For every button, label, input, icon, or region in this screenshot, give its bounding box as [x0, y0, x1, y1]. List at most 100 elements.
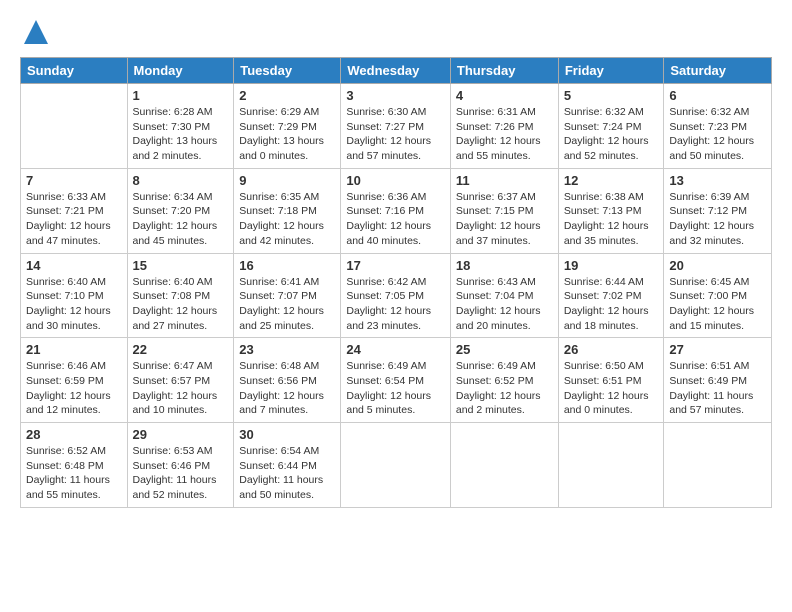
week-row-1: 7 Sunrise: 6:33 AMSunset: 7:21 PMDaylight… — [21, 168, 772, 253]
calendar-cell: 4 Sunrise: 6:31 AMSunset: 7:26 PMDaylight… — [450, 84, 558, 169]
day-info: Sunrise: 6:35 AMSunset: 7:18 PMDaylight:… — [239, 190, 335, 249]
day-info: Sunrise: 6:36 AMSunset: 7:16 PMDaylight:… — [346, 190, 445, 249]
calendar-cell: 23 Sunrise: 6:48 AMSunset: 6:56 PMDayligh… — [234, 338, 341, 423]
day-info: Sunrise: 6:33 AMSunset: 7:21 PMDaylight:… — [26, 190, 122, 249]
day-number: 26 — [564, 342, 659, 357]
day-number: 8 — [133, 173, 229, 188]
logo-icon — [22, 18, 50, 51]
calendar-cell: 29Sunrise: 6:53 AMSunset: 6:46 PMDayligh… — [127, 423, 234, 508]
calendar-cell: 26 Sunrise: 6:50 AMSunset: 6:51 PMDayligh… — [558, 338, 664, 423]
weekday-header-monday: Monday — [127, 58, 234, 84]
day-number: 28 — [26, 427, 122, 442]
week-row-0: 1 Sunrise: 6:28 AMSunset: 7:30 PMDaylight… — [21, 84, 772, 169]
day-number: 7 — [26, 173, 122, 188]
day-info: Sunrise: 6:47 AMSunset: 6:57 PMDaylight:… — [133, 359, 229, 418]
day-info: Sunrise: 6:32 AMSunset: 7:23 PMDaylight:… — [669, 105, 766, 164]
calendar-cell: 28 Sunrise: 6:52 AMSunset: 6:48 PMDayligh… — [21, 423, 128, 508]
day-number: 16 — [239, 258, 335, 273]
day-info: Sunrise: 6:51 AMSunset: 6:49 PMDaylight:… — [669, 359, 766, 418]
day-info: Sunrise: 6:34 AMSunset: 7:20 PMDaylight:… — [133, 190, 229, 249]
calendar-cell: 12 Sunrise: 6:38 AMSunset: 7:13 PMDayligh… — [558, 168, 664, 253]
day-info: Sunrise: 6:37 AMSunset: 7:15 PMDaylight:… — [456, 190, 553, 249]
calendar-cell — [450, 423, 558, 508]
day-number: 17 — [346, 258, 445, 273]
calendar-cell: 10 Sunrise: 6:36 AMSunset: 7:16 PMDayligh… — [341, 168, 451, 253]
weekday-header-wednesday: Wednesday — [341, 58, 451, 84]
logo — [20, 16, 50, 51]
day-number: 18 — [456, 258, 553, 273]
day-number: 19 — [564, 258, 659, 273]
calendar-cell: 30 Sunrise: 6:54 AMSunset: 6:44 PMDayligh… — [234, 423, 341, 508]
calendar-cell: 25 Sunrise: 6:49 AMSunset: 6:52 PMDayligh… — [450, 338, 558, 423]
calendar-cell: 14 Sunrise: 6:40 AMSunset: 7:10 PMDayligh… — [21, 253, 128, 338]
calendar-cell: 5 Sunrise: 6:32 AMSunset: 7:24 PMDaylight… — [558, 84, 664, 169]
day-number: 1 — [133, 88, 229, 103]
logo-content — [20, 20, 50, 51]
day-number: 10 — [346, 173, 445, 188]
calendar-cell — [21, 84, 128, 169]
day-number: 20 — [669, 258, 766, 273]
day-number: 3 — [346, 88, 445, 103]
calendar-cell: 2 Sunrise: 6:29 AMSunset: 7:29 PMDaylight… — [234, 84, 341, 169]
calendar-cell — [558, 423, 664, 508]
day-number: 27 — [669, 342, 766, 357]
day-number: 24 — [346, 342, 445, 357]
calendar-cell: 1 Sunrise: 6:28 AMSunset: 7:30 PMDaylight… — [127, 84, 234, 169]
calendar-cell — [341, 423, 451, 508]
day-number: 15 — [133, 258, 229, 273]
day-info: Sunrise: 6:54 AMSunset: 6:44 PMDaylight:… — [239, 444, 335, 503]
calendar-cell: 13Sunrise: 6:39 AMSunset: 7:12 PMDayligh… — [664, 168, 772, 253]
day-info: Sunrise: 6:41 AMSunset: 7:07 PMDaylight:… — [239, 275, 335, 334]
weekday-header-tuesday: Tuesday — [234, 58, 341, 84]
week-row-2: 14 Sunrise: 6:40 AMSunset: 7:10 PMDayligh… — [21, 253, 772, 338]
page-container: SundayMondayTuesdayWednesdayThursdayFrid… — [0, 0, 792, 518]
day-number: 21 — [26, 342, 122, 357]
day-number: 5 — [564, 88, 659, 103]
calendar-cell: 20Sunrise: 6:45 AMSunset: 7:00 PMDayligh… — [664, 253, 772, 338]
weekday-header-saturday: Saturday — [664, 58, 772, 84]
day-info: Sunrise: 6:28 AMSunset: 7:30 PMDaylight:… — [133, 105, 229, 164]
day-number: 6 — [669, 88, 766, 103]
day-number: 14 — [26, 258, 122, 273]
day-info: Sunrise: 6:44 AMSunset: 7:02 PMDaylight:… — [564, 275, 659, 334]
calendar-cell — [664, 423, 772, 508]
day-number: 23 — [239, 342, 335, 357]
day-number: 11 — [456, 173, 553, 188]
calendar-table: SundayMondayTuesdayWednesdayThursdayFrid… — [20, 57, 772, 508]
calendar-cell: 11 Sunrise: 6:37 AMSunset: 7:15 PMDayligh… — [450, 168, 558, 253]
day-number: 25 — [456, 342, 553, 357]
day-number: 9 — [239, 173, 335, 188]
day-number: 30 — [239, 427, 335, 442]
day-info: Sunrise: 6:48 AMSunset: 6:56 PMDaylight:… — [239, 359, 335, 418]
calendar-cell: 17 Sunrise: 6:42 AMSunset: 7:05 PMDayligh… — [341, 253, 451, 338]
weekday-header-sunday: Sunday — [21, 58, 128, 84]
weekday-header-friday: Friday — [558, 58, 664, 84]
day-info: Sunrise: 6:31 AMSunset: 7:26 PMDaylight:… — [456, 105, 553, 164]
day-number: 29 — [133, 427, 229, 442]
calendar-cell: 18 Sunrise: 6:43 AMSunset: 7:04 PMDayligh… — [450, 253, 558, 338]
weekday-header-thursday: Thursday — [450, 58, 558, 84]
day-info: Sunrise: 6:42 AMSunset: 7:05 PMDaylight:… — [346, 275, 445, 334]
day-number: 4 — [456, 88, 553, 103]
day-number: 13 — [669, 173, 766, 188]
day-info: Sunrise: 6:38 AMSunset: 7:13 PMDaylight:… — [564, 190, 659, 249]
day-info: Sunrise: 6:40 AMSunset: 7:10 PMDaylight:… — [26, 275, 122, 334]
day-info: Sunrise: 6:46 AMSunset: 6:59 PMDaylight:… — [26, 359, 122, 418]
day-number: 12 — [564, 173, 659, 188]
day-number: 22 — [133, 342, 229, 357]
day-info: Sunrise: 6:29 AMSunset: 7:29 PMDaylight:… — [239, 105, 335, 164]
day-info: Sunrise: 6:43 AMSunset: 7:04 PMDaylight:… — [456, 275, 553, 334]
calendar-cell: 21 Sunrise: 6:46 AMSunset: 6:59 PMDayligh… — [21, 338, 128, 423]
calendar-cell: 3Sunrise: 6:30 AMSunset: 7:27 PMDaylight… — [341, 84, 451, 169]
day-info: Sunrise: 6:49 AMSunset: 6:54 PMDaylight:… — [346, 359, 445, 418]
day-info: Sunrise: 6:52 AMSunset: 6:48 PMDaylight:… — [26, 444, 122, 503]
day-info: Sunrise: 6:50 AMSunset: 6:51 PMDaylight:… — [564, 359, 659, 418]
day-info: Sunrise: 6:49 AMSunset: 6:52 PMDaylight:… — [456, 359, 553, 418]
header — [20, 16, 772, 51]
calendar-cell: 24 Sunrise: 6:49 AMSunset: 6:54 PMDayligh… — [341, 338, 451, 423]
day-info: Sunrise: 6:40 AMSunset: 7:08 PMDaylight:… — [133, 275, 229, 334]
day-number: 2 — [239, 88, 335, 103]
calendar-cell: 27 Sunrise: 6:51 AMSunset: 6:49 PMDayligh… — [664, 338, 772, 423]
day-info: Sunrise: 6:32 AMSunset: 7:24 PMDaylight:… — [564, 105, 659, 164]
calendar-cell: 6 Sunrise: 6:32 AMSunset: 7:23 PMDaylight… — [664, 84, 772, 169]
